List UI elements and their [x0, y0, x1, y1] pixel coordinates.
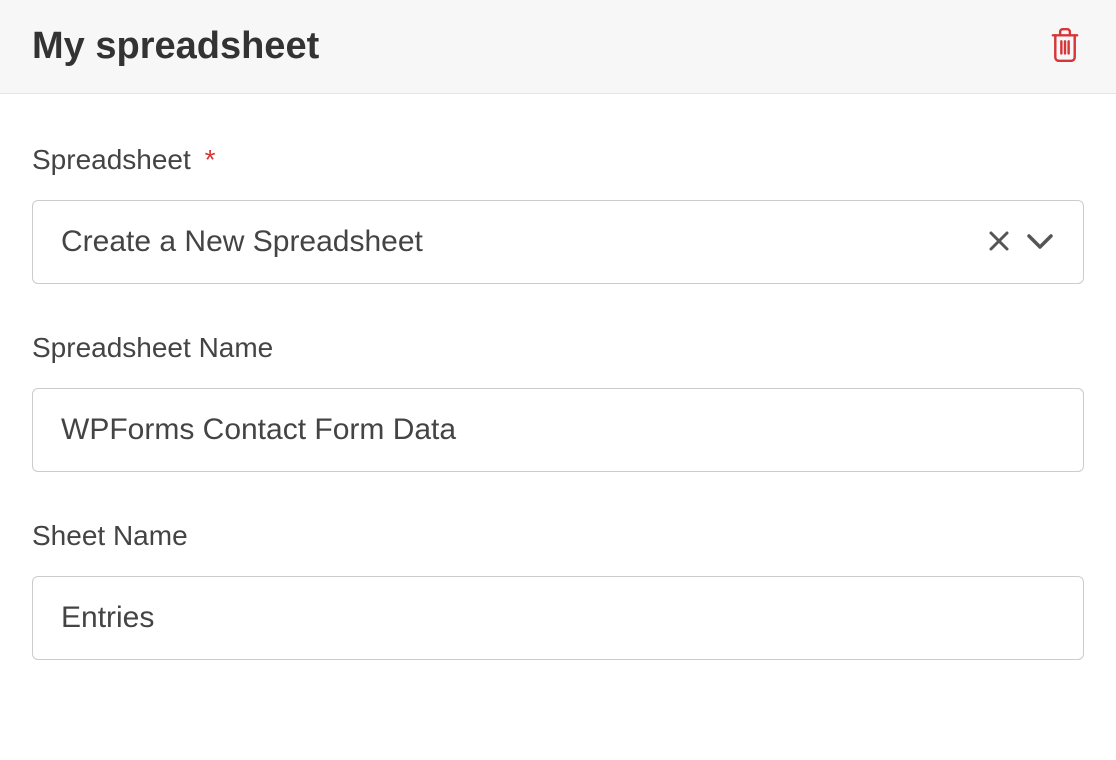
dropdown-toggle-button[interactable] — [1025, 231, 1055, 254]
trash-icon — [1050, 28, 1080, 65]
close-icon — [987, 229, 1011, 256]
spreadsheet-name-label: Spreadsheet Name — [32, 332, 1084, 364]
sheet-name-label: Sheet Name — [32, 520, 1084, 552]
select-actions — [987, 229, 1055, 256]
panel-title: My spreadsheet — [32, 25, 319, 68]
delete-button[interactable] — [1046, 24, 1084, 69]
spreadsheet-label-text: Spreadsheet — [32, 144, 191, 175]
spreadsheet-name-input[interactable] — [32, 388, 1084, 472]
spreadsheet-select-value: Create a New Spreadsheet — [61, 225, 987, 259]
required-indicator: * — [205, 144, 216, 175]
spreadsheet-label: Spreadsheet * — [32, 144, 1084, 176]
sheet-name-input[interactable] — [32, 576, 1084, 660]
spreadsheet-name-field-group: Spreadsheet Name — [32, 332, 1084, 472]
clear-selection-button[interactable] — [987, 229, 1011, 256]
form-body: Spreadsheet * Create a New Spreadsheet — [0, 94, 1116, 660]
sheet-name-field-group: Sheet Name — [32, 520, 1084, 660]
chevron-down-icon — [1025, 231, 1055, 254]
panel-header: My spreadsheet — [0, 0, 1116, 94]
spreadsheet-field-group: Spreadsheet * Create a New Spreadsheet — [32, 144, 1084, 284]
spreadsheet-select[interactable]: Create a New Spreadsheet — [32, 200, 1084, 284]
